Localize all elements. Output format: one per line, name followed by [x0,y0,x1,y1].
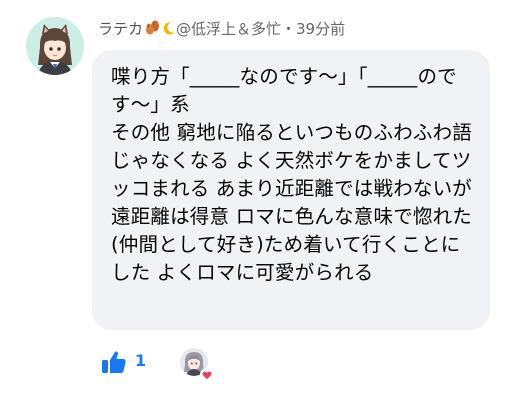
comment-text: 喋り方「_____なのです〜」「_____のです〜」系 その他 窮地に陥るといつ… [111,65,472,284]
comment-bubble: 喋り方「_____なのです〜」「_____のです〜」系 その他 窮地に陥るといつ… [92,50,490,330]
avatar-illustration [26,17,84,75]
reactor-avatar[interactable] [180,348,214,382]
heart-icon [200,367,214,382]
comment-header: ラテカ @低浮上＆多忙・39分前 [98,16,345,40]
like-count[interactable]: 1 [135,351,146,370]
thumbs-up-icon[interactable] [100,348,128,376]
author-status-and-time: @低浮上＆多忙・39分前 [176,19,346,38]
squirrel-emoji-icon [144,20,160,36]
commenter-avatar[interactable] [26,17,84,75]
crescent-moon-emoji-icon [161,21,176,36]
author-name[interactable]: ラテカ [98,18,143,39]
